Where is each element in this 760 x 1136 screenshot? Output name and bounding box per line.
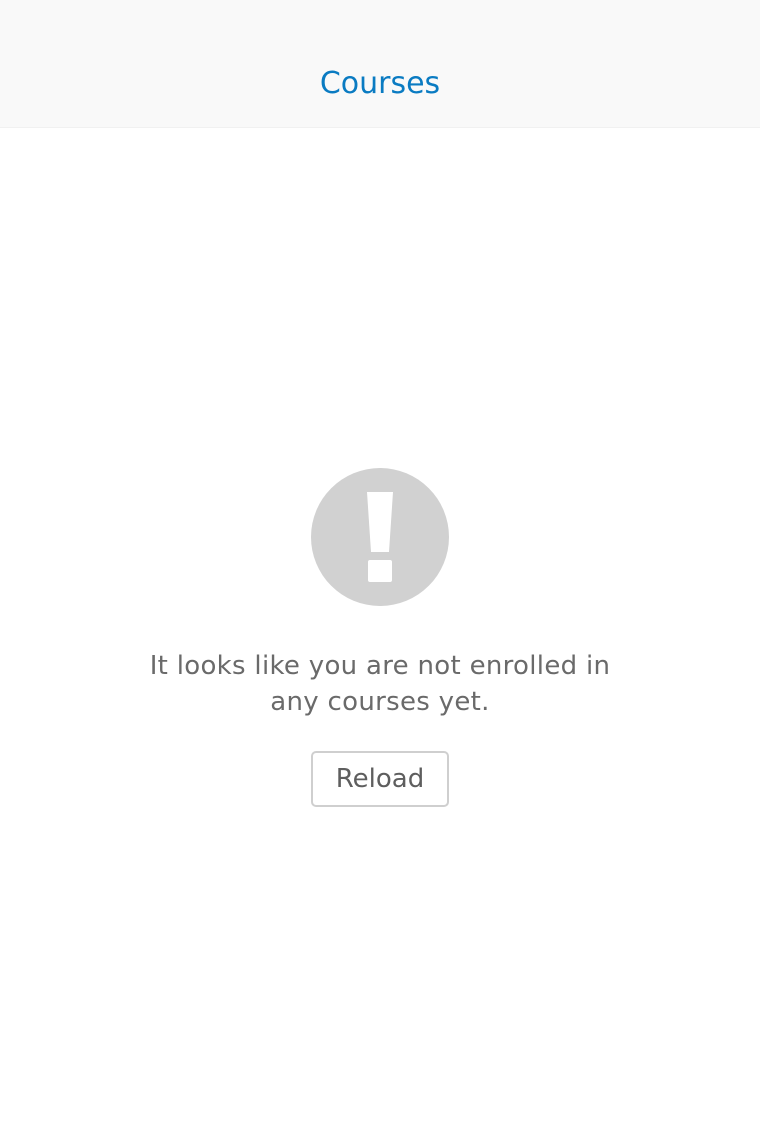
empty-state: It looks like you are not enrolled in an… [0,468,760,807]
navigation-bar: Courses [0,0,760,128]
empty-message: It looks like you are not enrolled in an… [149,651,611,717]
exclamation-circle-icon [311,468,449,606]
reload-button[interactable]: Reload [311,751,449,807]
page-title: Courses [319,66,441,101]
